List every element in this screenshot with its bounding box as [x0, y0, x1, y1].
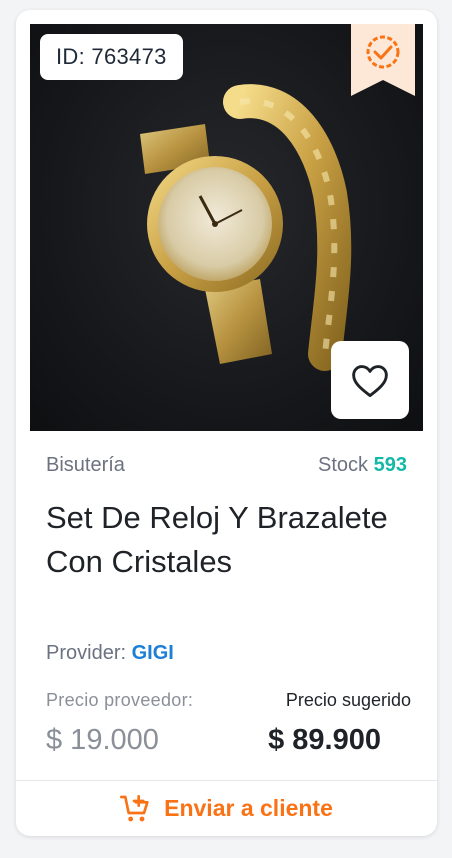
provider-link[interactable]: GIGI: [132, 642, 174, 664]
suggested-price-label: Precio sugerido: [285, 690, 411, 710]
category-label: Bisutería: [46, 454, 125, 476]
favorite-button[interactable]: [331, 341, 409, 419]
suggested-price: $ 89.900: [268, 724, 381, 756]
price-labels: Precio proveedor: Precio sugerido: [46, 690, 411, 711]
verified-ribbon: [351, 24, 415, 96]
price-values: $ 19.000 $ 89.900: [46, 724, 381, 757]
send-to-client-label: Enviar a cliente: [164, 795, 333, 821]
verified-badge-icon: [351, 24, 415, 96]
provider-info: Provider: GIGI: [46, 642, 174, 665]
send-to-client-button[interactable]: Enviar a cliente: [16, 781, 437, 836]
product-card[interactable]: ID: 763473 Bisutería Stock 593 Set De Re…: [16, 10, 437, 836]
stock-value: 593: [373, 454, 407, 476]
cart-plus-icon: [120, 794, 149, 821]
product-image[interactable]: ID: 763473: [30, 24, 423, 431]
meta-row: Bisutería Stock 593: [46, 454, 407, 477]
supplier-price-label: Precio proveedor:: [46, 690, 194, 710]
provider-label: Provider:: [46, 642, 127, 664]
stock-label: Stock: [318, 454, 369, 476]
product-title: Set De Reloj Y Brazalete Con Cristales: [46, 500, 388, 579]
stock-info: Stock 593: [318, 454, 407, 477]
product-id-badge: ID: 763473: [40, 34, 183, 80]
supplier-price: $ 19.000: [46, 724, 159, 756]
heart-icon: [352, 365, 388, 398]
